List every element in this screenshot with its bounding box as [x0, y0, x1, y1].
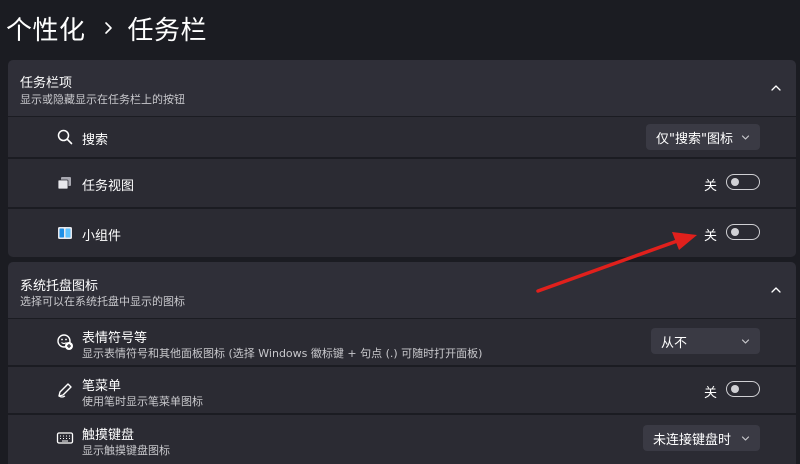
- emoji-icon: [57, 334, 73, 350]
- widgets-toggle[interactable]: [726, 224, 760, 240]
- emoji-row: 表情符号等 显示表情符号和其他面板图标 (选择 Windows 徽标键 + 句点…: [8, 319, 796, 365]
- chevron-up-icon[interactable]: [770, 284, 782, 296]
- search-icon: [57, 129, 73, 145]
- emoji-dropdown[interactable]: 从不: [651, 328, 760, 354]
- section-subtitle: 选择可以在系统托盘中显示的图标: [20, 295, 185, 308]
- row-label: 小组件: [82, 229, 122, 244]
- row-description: 显示表情符号和其他面板图标 (选择 Windows 徽标键 + 句点 (.) 可…: [82, 347, 483, 360]
- row-description: 显示触摸键盘图标: [82, 444, 170, 457]
- section-subtitle: 显示或隐藏显示在任务栏上的按钮: [20, 93, 185, 106]
- touch-keyboard-row: 触摸键盘 显示触摸键盘图标 未连接键盘时: [8, 415, 796, 464]
- dropdown-value: 仅"搜索"图标: [656, 131, 733, 147]
- pen-menu-row: 笔菜单 使用笔时显示笔菜单图标 关: [8, 367, 796, 413]
- tray-icons-header[interactable]: 系统托盘图标 选择可以在系统托盘中显示的图标: [8, 262, 796, 318]
- widgets-row: 小组件 关: [8, 209, 796, 257]
- task-view-row: 任务视图 关: [8, 159, 796, 207]
- toggle-state-label: 关: [704, 229, 718, 244]
- section-title: 任务栏项: [20, 76, 73, 91]
- toggle-state-label: 关: [704, 386, 718, 401]
- pen-icon: [58, 383, 72, 398]
- row-label: 搜索: [82, 133, 109, 148]
- task-view-toggle[interactable]: [726, 174, 760, 190]
- chevron-right-icon: [104, 22, 112, 34]
- row-label: 任务视图: [82, 179, 135, 194]
- toggle-state-label: 关: [704, 179, 718, 194]
- row-description: 使用笔时显示笔菜单图标: [82, 395, 203, 408]
- toggle-knob: [731, 178, 739, 186]
- keyboard-icon: [56, 432, 74, 444]
- section-title: 系统托盘图标: [20, 279, 99, 294]
- dropdown-value: 未连接键盘时: [653, 432, 732, 448]
- chevron-up-icon[interactable]: [770, 82, 782, 94]
- toggle-knob: [731, 385, 739, 393]
- search-row: 搜索 仅"搜索"图标: [8, 117, 796, 157]
- row-label: 触摸键盘: [82, 428, 135, 443]
- widgets-icon: [58, 227, 72, 239]
- page-title: 任务栏: [127, 15, 208, 46]
- row-label: 表情符号等: [82, 331, 148, 346]
- chevron-down-icon: [741, 339, 750, 344]
- settings-page: 个性化 任务栏 任务栏项 显示或隐藏显示在任务栏上的按钮 搜索 仅"搜索"图标: [0, 0, 800, 464]
- breadcrumb-parent[interactable]: 个性化: [6, 10, 86, 47]
- chevron-down-icon: [741, 135, 750, 140]
- task-view-icon: [57, 177, 71, 190]
- chevron-down-icon: [741, 436, 750, 441]
- search-mode-dropdown[interactable]: 仅"搜索"图标: [646, 124, 760, 150]
- dropdown-value: 从不: [661, 335, 688, 351]
- toggle-knob: [731, 228, 739, 236]
- row-label: 笔菜单: [82, 379, 122, 394]
- touch-keyboard-dropdown[interactable]: 未连接键盘时: [643, 425, 760, 451]
- taskbar-items-header[interactable]: 任务栏项 显示或隐藏显示在任务栏上的按钮: [8, 60, 796, 116]
- breadcrumb: 个性化 任务栏: [6, 6, 207, 50]
- pen-menu-toggle[interactable]: [726, 381, 760, 397]
